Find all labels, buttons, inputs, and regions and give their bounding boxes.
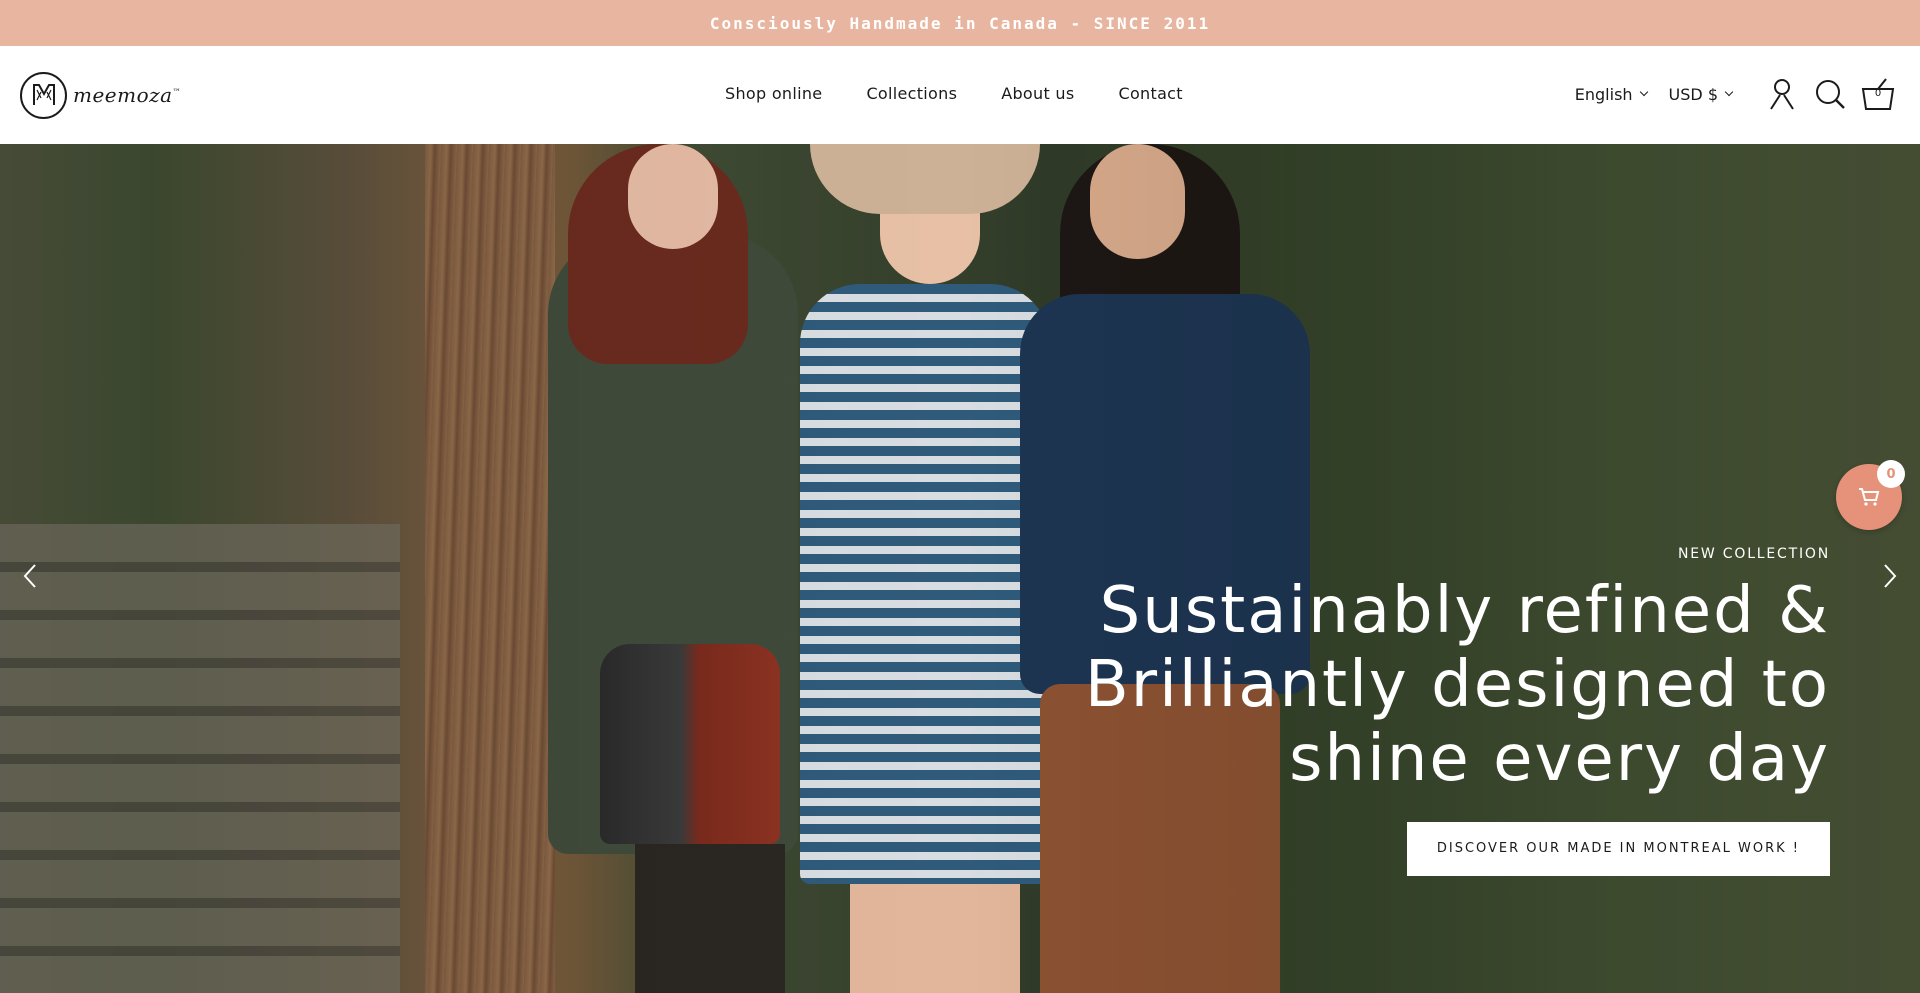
nav-collections[interactable]: Collections [866, 84, 957, 103]
cart-icon[interactable]: 0 [1858, 74, 1898, 114]
discover-button[interactable]: DISCOVER OUR MADE IN MONTREAL WORK ! [1406, 822, 1830, 876]
currency-selector[interactable]: USD $ [1668, 84, 1734, 104]
hero-eyebrow: NEW COLLECTION [1678, 546, 1830, 562]
chevron-left-icon [23, 564, 36, 588]
floating-cart-count: 0 [1877, 460, 1905, 488]
search-icon[interactable] [1810, 74, 1850, 114]
logo-wordmark: meemoza™ [73, 83, 182, 107]
announcement-bar: Consciously Handmade in Canada - SINCE 2… [0, 0, 1920, 46]
shopping-cart-icon [1859, 488, 1880, 506]
nav-contact[interactable]: Contact [1119, 84, 1183, 103]
hero-headline-line: shine every day [1289, 722, 1830, 796]
header-utilities: English USD $ 0 [1575, 74, 1898, 114]
slide-prev-button[interactable] [12, 556, 48, 596]
hero-text: NEW COLLECTION Sustainably refined & Bri… [1070, 546, 1830, 876]
hero-headline: Sustainably refined & Brilliantly design… [1070, 574, 1830, 796]
cart-count: 0 [1874, 88, 1882, 99]
language-selector[interactable]: English [1574, 84, 1648, 104]
language-label: English [1574, 84, 1633, 104]
chevron-down-icon [1639, 87, 1648, 97]
announcement-text: Consciously Handmade in Canada - SINCE 2… [709, 13, 1211, 33]
nav-shop-online[interactable]: Shop online [725, 84, 822, 103]
chevron-down-icon [1724, 87, 1734, 97]
currency-label: USD $ [1668, 84, 1718, 104]
logo-link[interactable]: meemoza™ [20, 70, 181, 120]
chevron-right-icon [1884, 564, 1897, 588]
account-icon[interactable] [1762, 74, 1802, 114]
site-header: meemoza™ Shop online Collections About u… [0, 46, 1920, 144]
hero-headline-line: Sustainably refined & [1099, 574, 1830, 648]
main-nav: Shop online Collections About us Contact [725, 84, 1183, 103]
nav-about-us[interactable]: About us [1001, 84, 1074, 103]
slide-next-button[interactable] [1872, 556, 1908, 596]
hero-slideshow: NEW COLLECTION Sustainably refined & Bri… [0, 144, 1920, 993]
logo-icon [20, 71, 67, 119]
hero-headline-line: Brilliantly designed to [1084, 648, 1830, 722]
